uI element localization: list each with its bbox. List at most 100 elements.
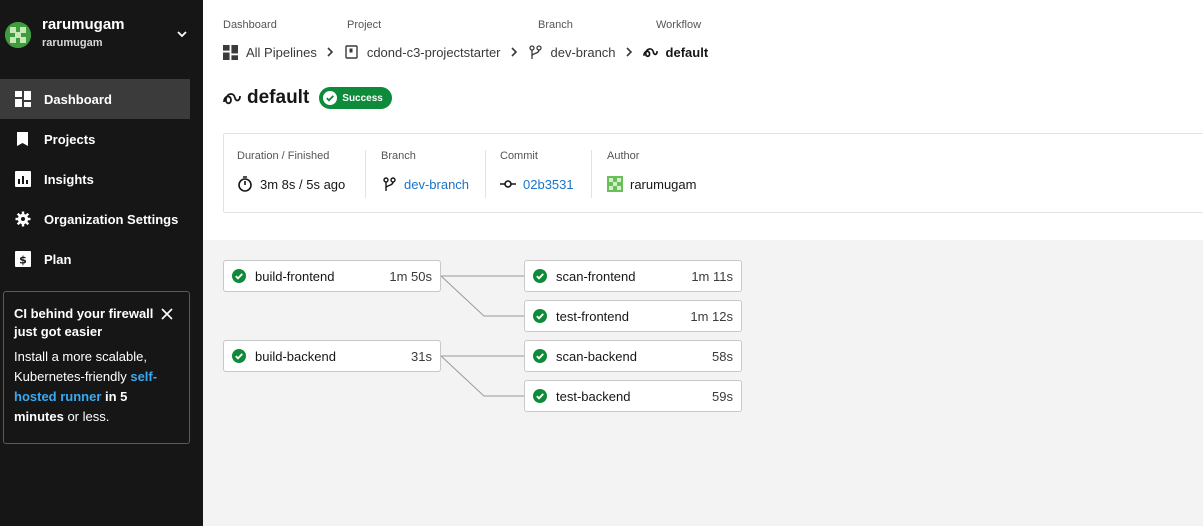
- sidebar-item-label: Organization Settings: [44, 211, 179, 227]
- sidebar-item-organization-settings[interactable]: Organization Settings: [0, 199, 203, 239]
- job-name: scan-frontend: [556, 268, 636, 284]
- breadcrumb-label-project: Project: [347, 19, 382, 31]
- job-duration: 1m 11s: [691, 268, 733, 284]
- job-duration: 59s: [712, 388, 733, 404]
- close-icon[interactable]: [161, 308, 173, 320]
- job-build-backend[interactable]: build-backend 31s: [223, 340, 441, 372]
- commit-info: Commit 02b3531: [500, 150, 574, 193]
- sidebar-item-plan[interactable]: $ Plan: [0, 239, 203, 279]
- success-check-icon: [533, 269, 547, 283]
- breadcrumb-project[interactable]: cdond-c3-projectstarter: [344, 45, 501, 60]
- workflow-info-card: Duration / Finished 3m 8s / 5s ago Branc…: [223, 133, 1203, 213]
- dashboard-icon: [15, 91, 31, 107]
- job-test-backend[interactable]: test-backend 59s: [524, 380, 742, 412]
- branch-icon: [528, 44, 543, 60]
- sidebar-item-label: Projects: [44, 131, 96, 147]
- breadcrumb-label-workflow: Workflow: [656, 19, 702, 31]
- breadcrumb-all-pipelines-label: All Pipelines: [246, 44, 317, 60]
- breadcrumb-workflow-label: default: [665, 44, 709, 60]
- breadcrumb-branch[interactable]: dev-branch: [528, 45, 616, 60]
- breadcrumb-labels: Dashboard Project Branch Workflow: [203, 19, 1203, 33]
- workflow-header: default Success: [223, 87, 392, 109]
- sidebar-nav: Dashboard Projects Insights Organization…: [0, 79, 203, 279]
- projects-icon: [15, 131, 31, 147]
- promo-text-end: or less.: [63, 409, 110, 424]
- breadcrumb-label-dashboard: Dashboard: [223, 19, 277, 31]
- stopwatch-icon: [237, 176, 253, 192]
- commit-label: Commit: [500, 150, 538, 162]
- job-build-frontend[interactable]: build-frontend 1m 50s: [223, 260, 441, 292]
- duration-info: Duration / Finished 3m 8s / 5s ago: [237, 150, 345, 193]
- dashboard-icon: [223, 44, 238, 60]
- check-circle-icon: [323, 91, 338, 105]
- workflow-graph: build-frontend 1m 50s scan-frontend 1m 1…: [203, 240, 1203, 526]
- insights-icon: [15, 171, 31, 187]
- breadcrumb: All Pipelines cdond-c3-projectstarter de…: [223, 42, 708, 62]
- job-duration: 58s: [712, 348, 733, 364]
- job-duration: 1m 50s: [389, 268, 432, 284]
- divider: [485, 150, 486, 198]
- divider: [591, 150, 592, 198]
- success-check-icon: [533, 389, 547, 403]
- job-test-frontend[interactable]: test-frontend 1m 12s: [524, 300, 742, 332]
- gear-icon: [15, 211, 31, 227]
- promo-text: Install a more scalable, Kubernetes-frie…: [14, 349, 147, 384]
- breadcrumb-label-branch: Branch: [538, 19, 573, 31]
- chevron-right-icon: [510, 47, 517, 57]
- plan-icon: $: [15, 251, 31, 267]
- duration-value: 3m 8s / 5s ago: [260, 176, 346, 192]
- breadcrumb-all-pipelines[interactable]: All Pipelines: [223, 44, 317, 60]
- user-switcher[interactable]: rarumugam rarumugam: [0, 0, 203, 72]
- sidebar-item-insights[interactable]: Insights: [0, 159, 203, 199]
- user-avatar: [5, 22, 31, 48]
- sidebar-item-label: Insights: [44, 171, 94, 187]
- branch-icon: [381, 176, 397, 192]
- sidebar-item-dashboard[interactable]: Dashboard: [0, 79, 190, 119]
- commit-icon: [500, 176, 516, 192]
- duration-label: Duration / Finished: [237, 150, 330, 162]
- job-name: build-backend: [255, 348, 336, 364]
- author-label: Author: [607, 150, 640, 162]
- divider: [365, 150, 366, 198]
- success-check-icon: [232, 269, 246, 283]
- breadcrumb-branch-label: dev-branch: [550, 44, 616, 60]
- page-title: default: [247, 87, 310, 108]
- job-name: scan-backend: [556, 348, 637, 364]
- job-name: build-frontend: [255, 268, 335, 284]
- status-badge-label: Success: [342, 92, 383, 104]
- sidebar: rarumugam rarumugam Dashboard Projects I…: [0, 0, 203, 526]
- chevron-right-icon: [327, 47, 333, 57]
- org-name: rarumugam: [42, 37, 103, 49]
- promo-title: CI behind your firewall just got easier: [14, 306, 154, 339]
- branch-label: Branch: [381, 150, 416, 162]
- svg-text:$: $: [19, 254, 27, 267]
- branch-link[interactable]: dev-branch: [404, 177, 469, 192]
- success-check-icon: [232, 349, 246, 363]
- job-name: test-frontend: [556, 308, 629, 324]
- chevron-down-icon[interactable]: [176, 28, 188, 40]
- job-scan-backend[interactable]: scan-backend 58s: [524, 340, 742, 372]
- workflow-icon: [642, 45, 658, 60]
- success-check-icon: [533, 309, 547, 323]
- sidebar-item-projects[interactable]: Projects: [0, 119, 203, 159]
- project-icon: [344, 45, 359, 60]
- promo-body: Install a more scalable, Kubernetes-frie…: [14, 347, 179, 427]
- job-duration: 31s: [411, 348, 432, 364]
- author-name: rarumugam: [630, 176, 697, 192]
- runner-promo-card: CI behind your firewall just got easier …: [3, 291, 190, 444]
- sidebar-item-label: Plan: [44, 251, 72, 267]
- commit-link[interactable]: 02b3531: [523, 177, 574, 192]
- status-badge: Success: [319, 87, 392, 109]
- job-scan-frontend[interactable]: scan-frontend 1m 11s: [524, 260, 742, 292]
- branch-info: Branch dev-branch: [381, 150, 469, 193]
- success-check-icon: [533, 349, 547, 363]
- main-content: Dashboard Project Branch Workflow All Pi…: [203, 0, 1203, 526]
- author-avatar: [607, 176, 623, 192]
- breadcrumb-workflow: default: [642, 44, 709, 60]
- sidebar-item-label: Dashboard: [44, 91, 112, 107]
- job-duration: 1m 12s: [690, 308, 733, 324]
- job-name: test-backend: [556, 388, 631, 404]
- user-name: rarumugam: [42, 16, 125, 33]
- chevron-right-icon: [625, 47, 632, 57]
- breadcrumb-project-label: cdond-c3-projectstarter: [366, 44, 501, 60]
